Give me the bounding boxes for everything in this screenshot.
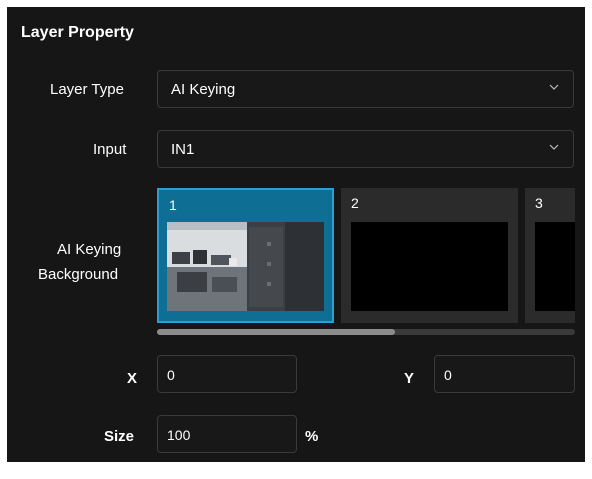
panel-title: Layer Property [21, 24, 134, 41]
thumbnail-empty-image [535, 222, 575, 311]
size-input[interactable]: 100 [157, 415, 297, 453]
background-label-line2: Background [38, 266, 119, 283]
chevron-down-icon [549, 144, 559, 150]
background-label-line1: AI Keying [57, 241, 122, 258]
chevron-down-icon [549, 84, 559, 90]
scrollbar-thumb[interactable] [157, 329, 395, 335]
thumbnail-empty-image [351, 222, 508, 311]
thumbnail-scrollbar[interactable] [157, 329, 575, 335]
y-value: 0 [444, 367, 452, 383]
background-thumbnail-1[interactable]: 1 [157, 188, 334, 323]
input-select[interactable]: IN1 [157, 130, 574, 168]
size-label: Size [104, 428, 135, 445]
thumbnail-number: 2 [351, 195, 359, 211]
thumbnail-number: 1 [169, 197, 177, 213]
size-unit: % [305, 428, 319, 445]
background-thumbnail-strip: 1 2 3 [157, 188, 575, 336]
layer-type-value: AI Keying [171, 81, 236, 98]
office-image [167, 222, 324, 311]
y-input[interactable]: 0 [434, 355, 575, 393]
background-thumbnail-2[interactable]: 2 [341, 188, 518, 323]
layer-type-select[interactable]: AI Keying [157, 70, 574, 108]
layer-type-label: Layer Type [50, 81, 124, 98]
thumbnail-number: 3 [535, 195, 543, 211]
input-value: IN1 [171, 141, 195, 158]
input-label: Input [93, 141, 127, 158]
x-label: X [127, 370, 138, 387]
y-label: Y [404, 370, 415, 387]
background-thumbnail-3[interactable]: 3 [525, 188, 575, 323]
x-value: 0 [167, 367, 175, 383]
x-input[interactable]: 0 [157, 355, 297, 393]
size-value: 100 [167, 427, 191, 443]
layer-property-panel: Layer Property Layer Type AI Keying Inpu… [7, 7, 585, 462]
